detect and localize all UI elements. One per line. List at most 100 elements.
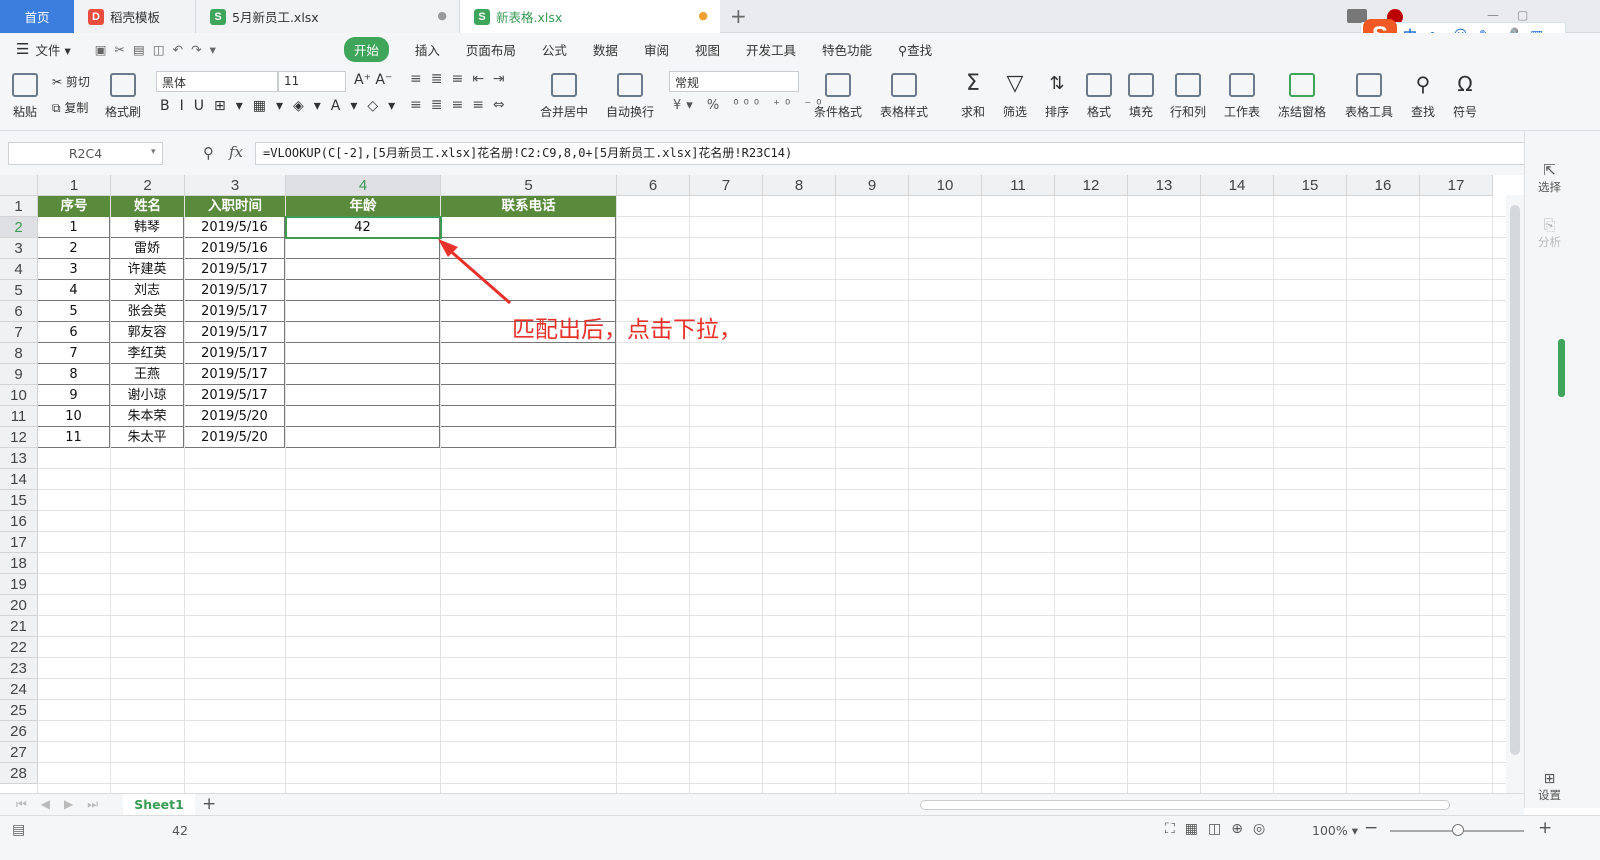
conditional-format-button[interactable]: 条件格式 [814,73,862,120]
menu-review[interactable]: 审阅 [644,40,669,59]
worksheet-button[interactable]: 工作表 [1224,73,1260,120]
zoom-in-button[interactable]: + [1538,818,1552,838]
freeze-panes-button[interactable]: 冻结窗格 [1278,73,1326,120]
merge-center-button[interactable]: 合并居中 [540,73,588,120]
tab-docer-templates[interactable]: D 稻壳模板 [74,0,196,33]
font-size-select[interactable]: 11 [278,71,346,92]
tab-home[interactable]: 首页 [0,0,74,33]
font-grow-icon[interactable]: A⁺ A⁻ [354,72,392,88]
cut-label: 剪切 [65,75,90,89]
fill-button[interactable]: 填充 [1128,73,1154,120]
menu-data[interactable]: 数据 [593,40,618,59]
number-format-buttons[interactable]: ¥▾ % ⁰⁰⁰ ⁺⁰ ⁻⁰ [673,98,826,113]
zoom-slider-handle[interactable] [1452,824,1464,836]
alignment-buttons[interactable]: ≡≣≡⇤⇥ [410,71,514,87]
format-button[interactable]: 格式 [1086,73,1112,120]
format-icon [1086,73,1112,97]
fill-label: 填充 [1128,105,1153,119]
tab-close-icon[interactable]: ● [437,9,447,22]
table-style-icon [891,73,917,97]
menu-special[interactable]: 特色功能 [822,40,872,59]
row-col-button[interactable]: 行和列 [1170,73,1206,120]
vertical-scroll-thumb[interactable] [1510,205,1520,755]
sheet-tab-sheet1[interactable]: Sheet1 [123,794,195,816]
number-format-select[interactable]: 常规 [669,71,799,92]
view-mode-icons[interactable]: ⛶▦◫⊕◎ [1165,821,1275,837]
horizontal-scrollbar[interactable] [920,800,1450,810]
paste-button[interactable]: 粘贴 [12,73,38,120]
menu-page-layout[interactable]: 页面布局 [466,40,516,59]
side-handle[interactable] [1558,339,1565,397]
format-painter-label: 格式刷 [105,105,142,119]
formula-input[interactable]: =VLOOKUP(C[-2],[5月新员工.xlsx]花名册!C2:C9,8,0… [255,142,1551,165]
row-col-label: 行和列 [1170,105,1207,119]
hamburger-icon[interactable]: ☰ [16,40,29,58]
menu-home[interactable]: 开始 [343,36,389,62]
grid-settings-icon: ⊞ [1543,771,1556,787]
spreadsheet-grid[interactable]: 1 2 3 4 5 6 7 8 9 10 11 12 13 14 15 16 17 1 2 3 4 5 6 7 8 9 10 11 1… [0,175,1540,808]
menu-insert[interactable]: 插入 [415,40,440,59]
spreadsheet-icon: S [474,8,490,25]
sort-button[interactable]: ⇅ 排序 [1044,73,1070,120]
unsaved-dot-icon[interactable]: ● [698,9,708,22]
tab-label: 稻壳模板 [110,10,161,25]
symbol-label: 符号 [1452,105,1477,119]
cut-button[interactable]: ✂ 剪切 [52,73,90,90]
freeze-label: 冻结窗格 [1278,105,1327,119]
settings-tool[interactable]: ⊞ 设置 [1538,771,1561,803]
paste-label: 粘贴 [12,105,37,119]
filter-label: 筛选 [1002,105,1027,119]
add-sheet-button[interactable]: + [202,794,216,814]
copy-button[interactable]: ⧉ 复制 [52,99,88,116]
restore-icon[interactable]: ▢ [1517,8,1528,22]
find-button[interactable]: ⚲ 查找 [1410,73,1436,120]
alignment-buttons-2[interactable]: ≡≣≡≡⇔ [410,97,514,113]
right-side-panel: ⇱ 选择 ⎘ 分析 ⊞ 设置 [1524,131,1600,808]
zoom-level[interactable]: 100% ▾ [1312,823,1358,838]
zoom-out-button[interactable]: − [1364,818,1378,838]
table-style-button[interactable]: 表格样式 [880,73,928,120]
sum-label: 求和 [960,105,985,119]
quick-access-toolbar[interactable]: ▣✂▤◫↶↷▾ [95,42,224,57]
sum-button[interactable]: Σ 求和 [960,73,986,120]
cond-format-label: 条件格式 [814,105,863,119]
sheet-nav-arrows[interactable]: ⏮◀▶⏭ [16,797,112,812]
format-painter-button[interactable]: 格式刷 [105,73,141,120]
wrap-text-button[interactable]: 自动换行 [606,73,654,120]
file-menu[interactable]: 文件 ▾ [35,40,70,59]
chevron-down-icon[interactable]: ▾ [151,147,156,157]
menu-view[interactable]: 视图 [695,40,720,59]
symbol-button[interactable]: Ω 符号 [1452,73,1478,120]
tab-new-sheet[interactable]: S 新表格.xlsx ● [460,0,720,33]
copy-label: 复制 [64,101,89,115]
menu-formulas[interactable]: 公式 [542,40,567,59]
name-box[interactable]: R2C4 [8,142,163,165]
table-tools-button[interactable]: 表格工具 [1345,73,1393,120]
font-name-select[interactable]: 黑体 [156,71,278,92]
filter-button[interactable]: ▽ 筛选 [1002,73,1028,120]
tab-file-new-employees[interactable]: S 5月新员工.xlsx ● [196,0,460,33]
worksheet-label: 工作表 [1224,105,1261,119]
docer-icon: D [88,8,104,25]
font-style-buttons[interactable]: BIU⊞▾▦▾◈▾A▾◇▾ [160,98,405,114]
vertical-scrollbar[interactable] [1506,195,1524,795]
cursor-icon: ⇱ [1543,161,1556,179]
macro-icon[interactable]: ▤ [12,822,25,838]
analyze-tool[interactable]: ⎘ 分析 [1538,216,1561,250]
menu-developer[interactable]: 开发工具 [746,40,796,59]
analyze-icon: ⎘ [1543,216,1556,234]
select-tool[interactable]: ⇱ 选择 [1538,161,1561,195]
new-tab-button[interactable]: + [730,4,747,28]
tab-home-label: 首页 [24,10,50,25]
tab-label: 新表格.xlsx [496,10,563,25]
wrap-icon [617,73,643,97]
analyze-label: 分析 [1538,235,1561,249]
fx-icon[interactable]: fx [229,143,243,161]
zoom-value: 100% [1312,823,1348,838]
search-icon: ⚲ [898,42,908,58]
menu-search[interactable]: ⚲查找 [898,40,932,59]
menu-bar: ☰ 文件 ▾ ▣✂▤◫↶↷▾ 开始 插入 页面布局 公式 数据 审阅 视图 开发… [0,33,1600,65]
zoom-formula-icon[interactable]: ⚲ [203,144,214,162]
minimize-icon[interactable]: — [1487,8,1499,22]
worksheet-icon [1229,73,1255,97]
